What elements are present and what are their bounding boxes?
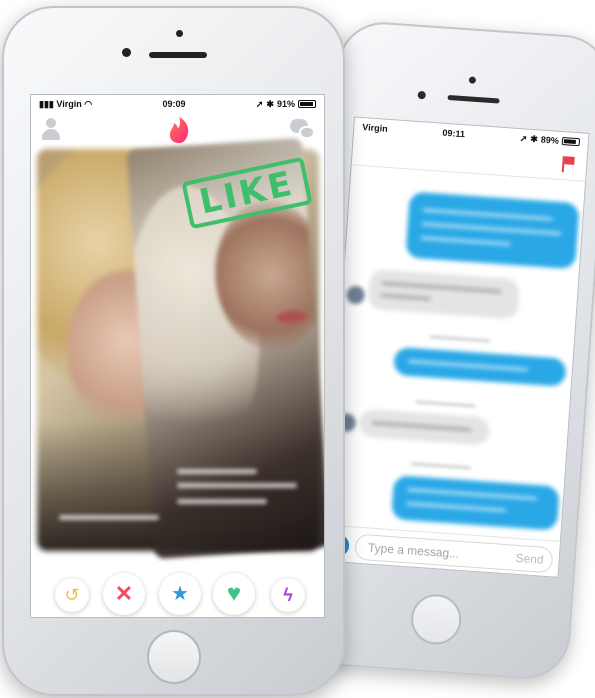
proximity-sensor: [176, 30, 183, 37]
nope-icon: ✕: [114, 581, 134, 606]
home-button[interactable]: [409, 592, 463, 647]
boost-button[interactable]: ϟ: [271, 578, 305, 612]
card-info-line: [177, 499, 267, 504]
message-placeholder: Type a messag...: [367, 540, 460, 561]
outgoing-message: [405, 191, 580, 270]
nope-button[interactable]: ✕: [103, 573, 145, 615]
like-button[interactable]: ♥: [213, 573, 255, 615]
carrier-label: Virgin: [56, 98, 82, 109]
bluetooth-icon: ✱: [266, 98, 274, 109]
rewind-icon: ↺: [64, 585, 80, 605]
swipe-screen: ▮▮▮ Virgin ◠ 09:09 ➚ ✱ 91% LIKE ↺ ✕ ★ ♥ …: [30, 94, 325, 618]
battery-percent: 89%: [540, 134, 560, 146]
card-info-line: [59, 515, 159, 520]
card-info-line: [177, 483, 297, 488]
outgoing-message: [393, 346, 567, 387]
profile-icon[interactable]: [41, 117, 61, 141]
location-arrow-icon: ➚: [519, 132, 528, 144]
avatar: [346, 285, 366, 305]
earpiece-speaker: [447, 94, 500, 104]
incoming-message: [367, 268, 521, 320]
profile-card-stack[interactable]: LIKE: [37, 137, 324, 559]
signal-icon: ▮▮▮: [39, 98, 54, 109]
star-icon: ★: [171, 583, 189, 605]
battery-icon: [561, 137, 581, 147]
battery-icon: [297, 100, 316, 108]
outgoing-message: [391, 475, 560, 531]
clock: 09:09: [162, 99, 186, 109]
message-input[interactable]: Type a messag... Send: [354, 533, 554, 574]
timestamp: [415, 400, 476, 408]
home-button[interactable]: [147, 630, 201, 684]
wifi-icon: ◠: [84, 98, 93, 109]
front-camera: [122, 48, 131, 57]
card-info-line: [177, 469, 257, 474]
super-like-button[interactable]: ★: [159, 573, 201, 615]
earpiece-speaker: [149, 52, 207, 58]
send-button[interactable]: Send: [507, 545, 553, 572]
carrier-label: Virgin: [362, 122, 388, 134]
timestamp: [429, 335, 490, 343]
location-arrow-icon: ➚: [255, 98, 264, 109]
incoming-message: [358, 408, 491, 446]
bluetooth-icon: ✱: [530, 133, 539, 144]
chat-screen: Virgin 09:11 ➚ ✱ 89% Type a messag... Se…: [322, 116, 590, 578]
status-bar: ▮▮▮ Virgin ◠ 09:09 ➚ ✱ 91%: [31, 95, 324, 113]
boost-icon: ϟ: [283, 585, 293, 605]
flame-logo-icon[interactable]: [168, 116, 190, 144]
action-bar: ↺ ✕ ★ ♥ ϟ: [31, 571, 324, 615]
battery-percent: 91%: [276, 99, 295, 109]
report-flag-icon[interactable]: [561, 156, 575, 173]
front-camera: [417, 90, 427, 100]
message-composer: GIF Type a messag... Send: [324, 524, 560, 577]
heart-icon: ♥: [226, 580, 242, 607]
rewind-button[interactable]: ↺: [55, 578, 89, 612]
timestamp: [410, 462, 471, 470]
swipe-phone: ▮▮▮ Virgin ◠ 09:09 ➚ ✱ 91% LIKE ↺ ✕ ★ ♥ …: [2, 6, 345, 696]
clock: 09:11: [442, 127, 466, 140]
proximity-sensor: [468, 76, 477, 84]
